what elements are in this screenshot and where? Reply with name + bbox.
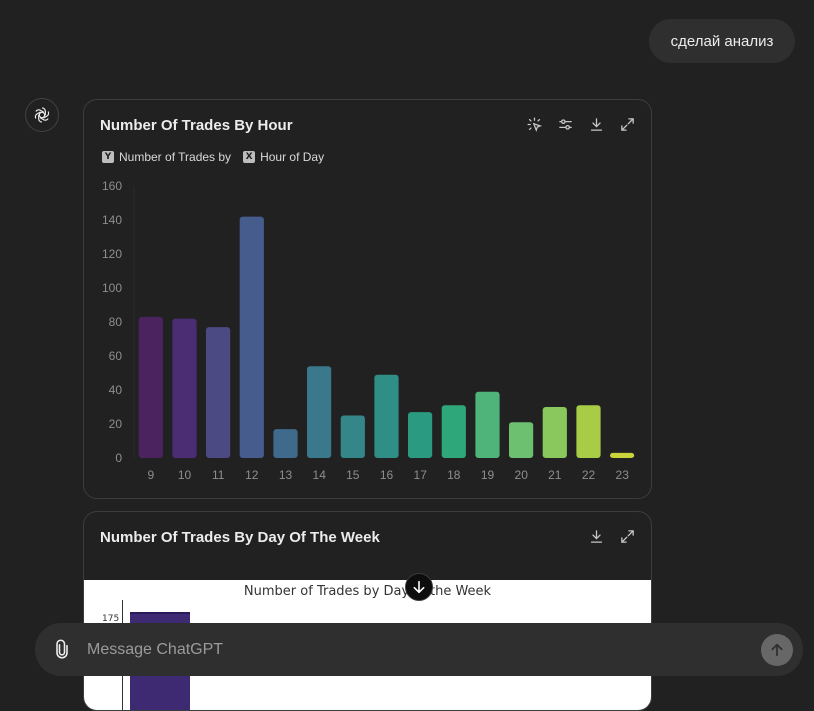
message-composer — [35, 623, 803, 676]
chart-bar-11[interactable] — [206, 327, 231, 458]
scroll-to-bottom-button[interactable] — [405, 573, 433, 601]
download-icon[interactable] — [587, 527, 606, 546]
attach-button[interactable] — [51, 638, 73, 660]
x-tick-label: 18 — [447, 468, 461, 482]
chart-bar-23[interactable] — [610, 452, 635, 458]
assistant-avatar — [25, 98, 59, 132]
openai-logo-icon — [34, 107, 50, 123]
x-tick-label: 16 — [380, 468, 394, 482]
chart-bar-13[interactable] — [273, 429, 298, 458]
chart-bar-20[interactable] — [509, 422, 534, 458]
chart-bar-19[interactable] — [475, 391, 500, 458]
chart-bar-10[interactable] — [172, 318, 197, 458]
y-tick-label: 80 — [109, 315, 123, 329]
y-tick-label: 140 — [102, 213, 122, 227]
arrow-up-icon — [771, 643, 783, 657]
chart-card-trades-by-hour: Number Of Trades By Hour Y Number of Tra… — [83, 99, 652, 499]
chart-bar-12[interactable] — [239, 216, 264, 458]
y-tick-label: 60 — [109, 349, 123, 363]
x-tick-label: 11 — [212, 468, 225, 482]
x-tick-label: 15 — [346, 468, 360, 482]
chart-bar-21[interactable] — [542, 407, 567, 458]
x-tick-label: 23 — [616, 468, 630, 482]
x-tick-label: 21 — [548, 468, 562, 482]
bar-chart: 0 20 40 60 80 100 120 140 160 9 10 11 12 13 14 15 16 17 18… — [102, 179, 635, 482]
x-tick-label: 20 — [515, 468, 529, 482]
static-plot-title: Number of Trades by Day of the Week — [243, 584, 492, 599]
x-tick-label: 12 — [245, 468, 259, 482]
y-tick-label: 20 — [109, 417, 123, 431]
y-tick-label: 120 — [102, 247, 122, 261]
chart-bar-15[interactable] — [340, 415, 365, 459]
send-button[interactable] — [761, 634, 793, 666]
y-tick-label: 0 — [115, 451, 122, 465]
chart-bar-17[interactable] — [408, 412, 433, 458]
y-tick-label: 40 — [109, 383, 123, 397]
user-message-bubble: сделай анализ — [649, 19, 795, 63]
y-tick-label: 160 — [102, 179, 122, 193]
message-input[interactable] — [87, 635, 737, 665]
x-tick-label: 17 — [414, 468, 428, 482]
x-tick-label: 13 — [279, 468, 293, 482]
chart-bar-22[interactable] — [576, 405, 601, 458]
arrow-down-icon — [413, 580, 425, 594]
user-message-text: сделай анализ — [670, 32, 774, 50]
chart-bar-9[interactable] — [138, 316, 163, 458]
chart-bar-14[interactable] — [307, 366, 332, 458]
expand-icon[interactable] — [618, 527, 637, 546]
y-tick-label: 100 — [102, 281, 122, 295]
chart-bar-16[interactable] — [374, 374, 399, 458]
x-tick-label: 22 — [582, 468, 596, 482]
chart-card-trades-by-weekday: Number Of Trades By Day Of The Week Numb… — [83, 511, 652, 711]
chart-card-title-2: Number Of Trades By Day Of The Week — [100, 529, 380, 546]
x-tick-label: 14 — [313, 468, 327, 482]
x-tick-label: 10 — [178, 468, 192, 482]
chart-bar-18[interactable] — [441, 405, 466, 458]
chart-toolbar-2 — [587, 527, 637, 546]
x-tick-label: 19 — [481, 468, 495, 482]
paperclip-icon — [56, 639, 68, 659]
x-tick-label: 9 — [147, 468, 154, 482]
